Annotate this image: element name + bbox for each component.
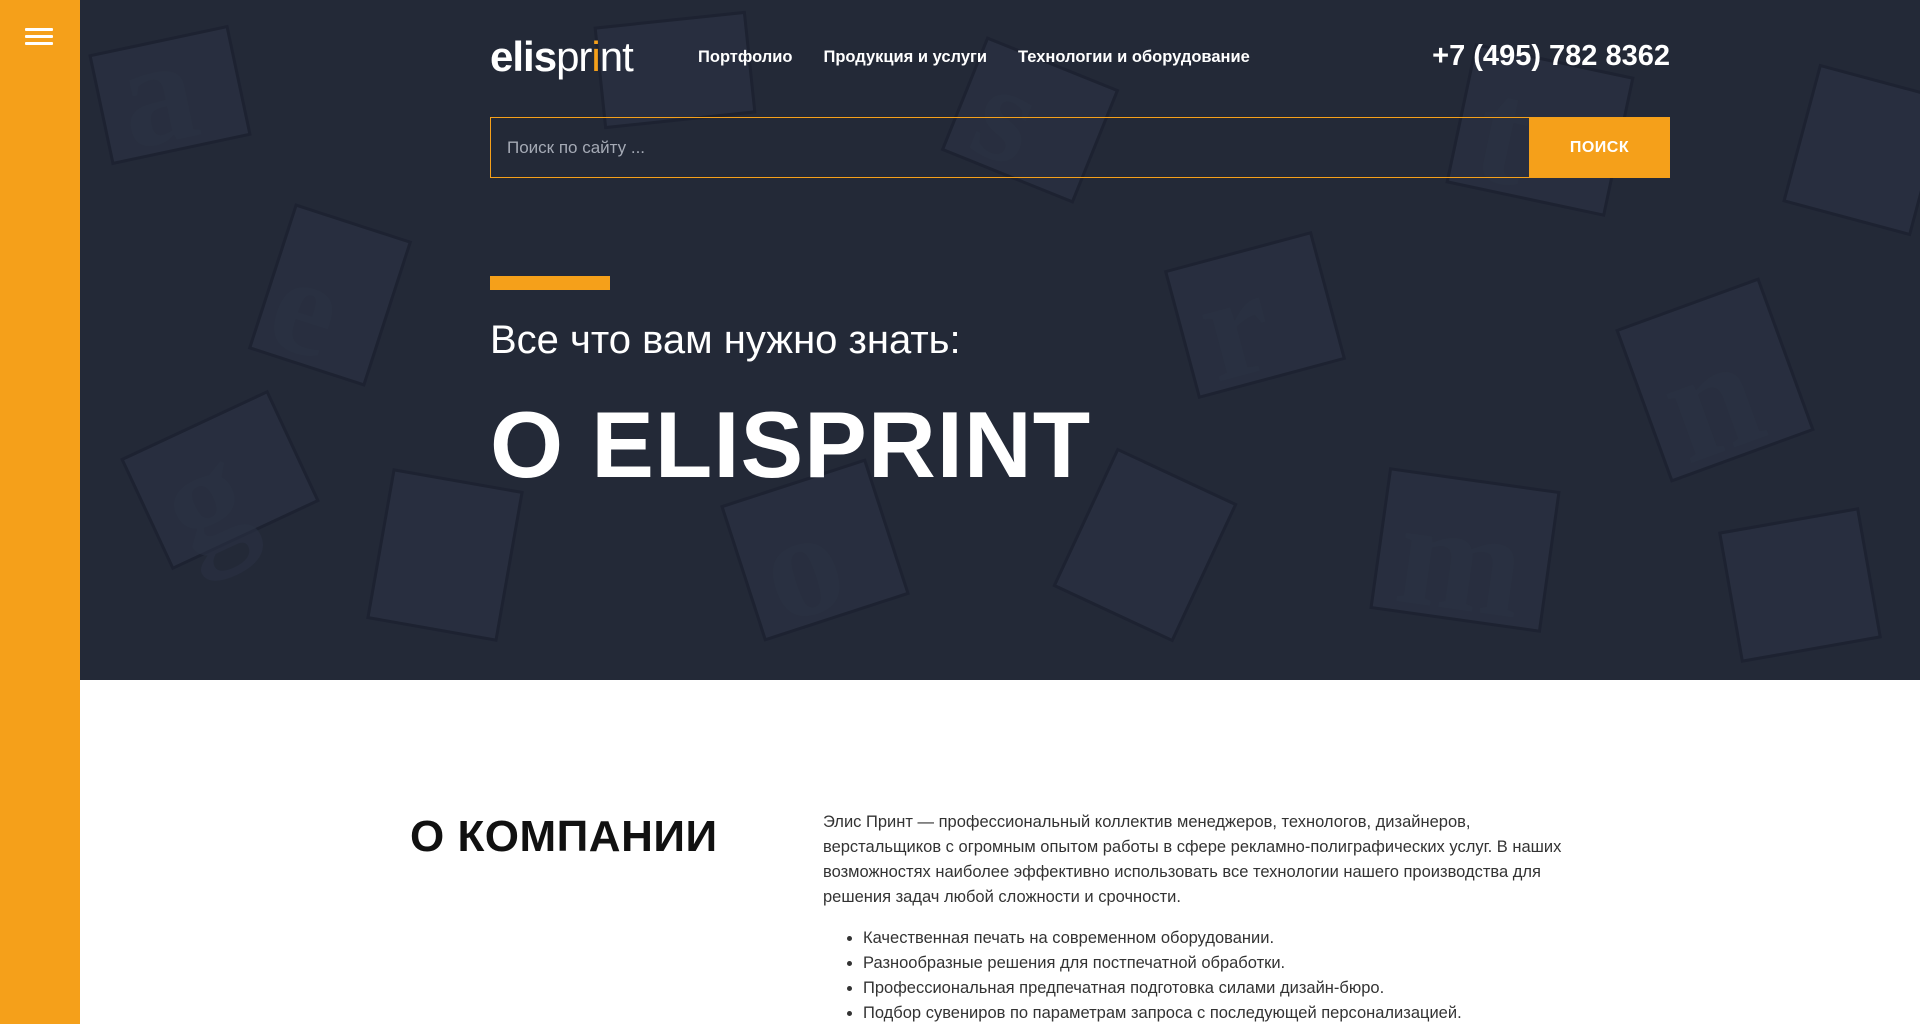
list-item: Разнообразные решения для постпечатной о…: [863, 951, 1590, 976]
about-title: О КОМПАНИИ: [410, 812, 718, 861]
list-item: Качественная печать на современном обору…: [863, 926, 1590, 951]
list-item: Профессиональная предпечатная подготовка…: [863, 976, 1590, 1001]
list-item: Подбор сувениров по параметрам запроса с…: [863, 1001, 1590, 1026]
about-section: О КОМПАНИИ Элис Принт — профессиональный…: [410, 0, 1590, 1024]
sidebar-rail: [0, 0, 80, 1024]
hamburger-icon[interactable]: [25, 28, 53, 50]
about-paragraph: Элис Принт — профессиональный коллектив …: [823, 813, 1562, 906]
about-bullet-list: Качественная печать на современном обору…: [823, 926, 1590, 1026]
about-text-block: Элис Принт — профессиональный коллектив …: [823, 810, 1590, 1026]
